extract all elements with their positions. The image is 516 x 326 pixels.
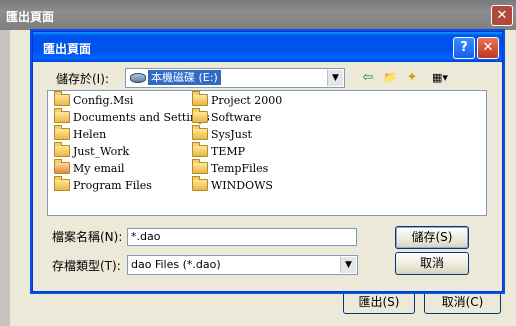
file-type-value: dao Files (*.dao) bbox=[131, 258, 221, 271]
close-button[interactable]: ✕ bbox=[477, 37, 499, 59]
file-type-label: 存檔類型(T): bbox=[52, 259, 121, 273]
parent-cancel-button[interactable]: 取消(C) bbox=[424, 291, 501, 314]
parent-left-strip bbox=[0, 30, 10, 326]
folder-icon bbox=[192, 142, 208, 157]
file-list[interactable]: Config.Msi Documents and Settings Helen … bbox=[47, 90, 487, 216]
list-item[interactable]: TEMP bbox=[192, 142, 246, 160]
list-item[interactable]: Program Files bbox=[54, 176, 152, 194]
save-in-label: 儲存於(I): bbox=[56, 72, 109, 86]
folder-icon bbox=[192, 125, 208, 140]
folder-icon bbox=[192, 159, 208, 174]
file-label: WINDOWS bbox=[211, 179, 273, 192]
folder-icon bbox=[192, 91, 208, 106]
up-folder-icon[interactable]: 📁 bbox=[381, 69, 399, 87]
drive-icon bbox=[130, 73, 146, 83]
file-label: TempFiles bbox=[211, 162, 269, 175]
folder-icon bbox=[54, 108, 70, 123]
list-item[interactable]: Documents and Settings bbox=[54, 108, 210, 126]
folder-icon bbox=[192, 176, 208, 191]
mail-folder-icon bbox=[54, 159, 70, 174]
list-item[interactable]: My email bbox=[54, 159, 125, 177]
list-item[interactable]: TempFiles bbox=[192, 159, 269, 177]
file-label: Just_Work bbox=[73, 145, 130, 158]
folder-icon bbox=[54, 91, 70, 106]
dialog-title: 匯出頁面 bbox=[43, 42, 92, 56]
parent-titlebar: 匯出頁面 ✕ bbox=[0, 0, 516, 30]
list-item[interactable]: Just_Work bbox=[54, 142, 130, 160]
list-item[interactable]: Software bbox=[192, 108, 262, 126]
list-item[interactable]: Helen bbox=[54, 125, 107, 143]
help-button[interactable]: ? bbox=[453, 37, 475, 59]
dialog-titlebar: 匯出頁面 ? ✕ bbox=[33, 32, 502, 62]
file-label: Helen bbox=[73, 128, 107, 141]
list-item[interactable]: Project 2000 bbox=[192, 91, 283, 109]
file-label: My email bbox=[73, 162, 125, 175]
save-in-value: 本機磁碟 (E:) bbox=[148, 70, 221, 85]
cancel-button[interactable]: 取消 bbox=[395, 252, 469, 275]
back-icon[interactable]: ⇦ bbox=[359, 69, 377, 87]
folder-icon bbox=[54, 176, 70, 191]
file-type-dropdown[interactable]: dao Files (*.dao) ▼ bbox=[127, 255, 358, 275]
list-item[interactable]: WINDOWS bbox=[192, 176, 273, 194]
list-item[interactable]: Config.Msi bbox=[54, 91, 134, 109]
parent-close-button[interactable]: ✕ bbox=[491, 5, 513, 26]
file-label: Documents and Settings bbox=[73, 111, 210, 124]
parent-export-button[interactable]: 匯出(S) bbox=[343, 291, 415, 314]
save-in-dropdown[interactable]: 本機磁碟 (E:) ▼ bbox=[125, 68, 345, 88]
folder-icon bbox=[54, 142, 70, 157]
file-label: Config.Msi bbox=[73, 94, 134, 107]
views-menu-icon[interactable]: ▦▾ bbox=[427, 69, 453, 87]
file-name-label: 檔案名稱(N): bbox=[52, 230, 123, 244]
file-name-input[interactable]: *.dao bbox=[127, 228, 357, 246]
file-label: Program Files bbox=[73, 179, 152, 192]
save-dialog: 匯出頁面 ? ✕ 儲存於(I): 本機磁碟 (E:) ▼ ⇦ 📁 ✦ ▦▾ Co… bbox=[32, 31, 503, 292]
new-folder-icon[interactable]: ✦ bbox=[403, 69, 421, 87]
file-label: SysJust bbox=[211, 128, 252, 141]
parent-title: 匯出頁面 bbox=[6, 10, 55, 24]
chevron-down-icon[interactable]: ▼ bbox=[340, 257, 356, 273]
list-item[interactable]: SysJust bbox=[192, 125, 252, 143]
folder-icon bbox=[54, 125, 70, 140]
save-button[interactable]: 儲存(S) bbox=[395, 226, 469, 249]
file-label: Software bbox=[211, 111, 262, 124]
chevron-down-icon[interactable]: ▼ bbox=[327, 70, 343, 86]
file-label: TEMP bbox=[211, 145, 246, 158]
folder-icon bbox=[192, 108, 208, 123]
file-label: Project 2000 bbox=[211, 94, 283, 107]
